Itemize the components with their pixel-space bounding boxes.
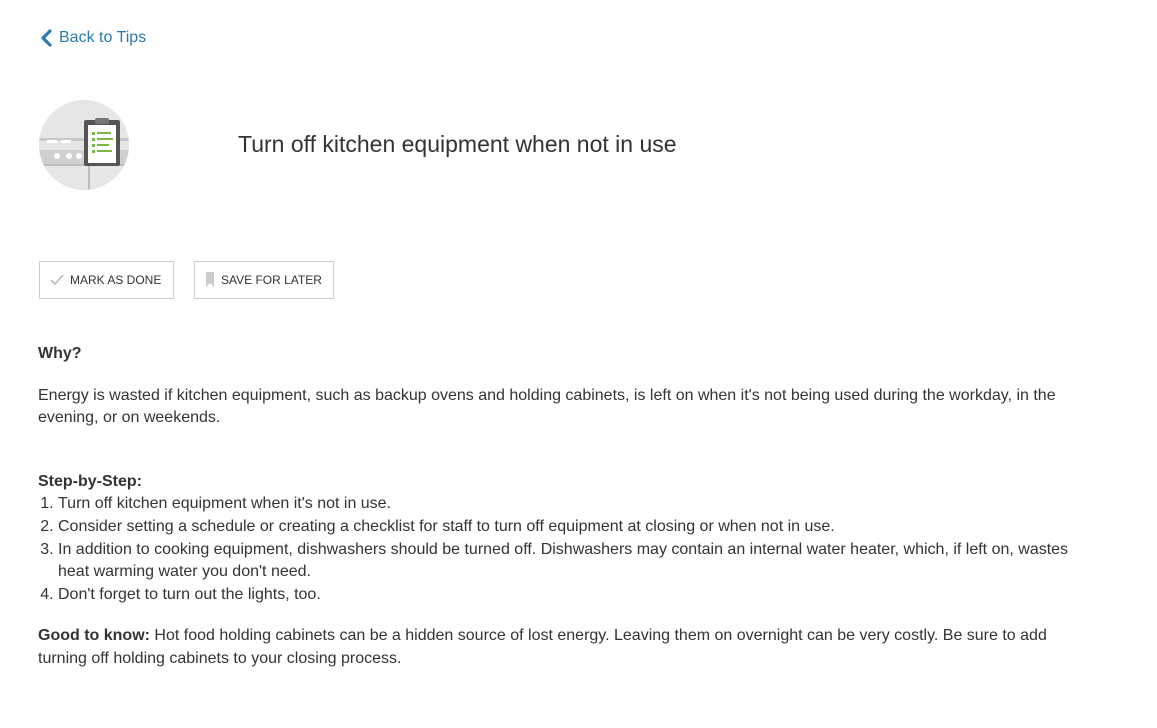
back-to-tips-link[interactable]: Back to Tips xyxy=(39,29,146,47)
clipboard-checklist-icon xyxy=(39,100,129,190)
good-to-know-label: Good to know: xyxy=(38,627,150,645)
step-by-step-heading: Step-by-Step: xyxy=(38,472,142,490)
good-to-know: Good to know: Hot food holding cabinets … xyxy=(38,625,1098,670)
why-text: Energy is wasted if kitchen equipment, s… xyxy=(38,386,1056,427)
mark-as-done-button[interactable]: MARK AS DONE xyxy=(39,261,174,299)
tip-content: Why? Energy is wasted if kitchen equipme… xyxy=(38,343,1098,671)
step-item: Don't forget to turn out the lights, too… xyxy=(58,584,1098,607)
page-title: Turn off kitchen equipment when not in u… xyxy=(238,131,677,157)
why-heading: Why? xyxy=(38,345,82,362)
save-for-later-button[interactable]: SAVE FOR LATER xyxy=(194,261,334,299)
checkmark-icon xyxy=(50,274,64,286)
good-to-know-text: Hot food holding cabinets can be a hidde… xyxy=(38,627,1047,667)
step-item: Turn off kitchen equipment when it's not… xyxy=(58,493,1098,516)
save-for-later-label: SAVE FOR LATER xyxy=(221,273,322,287)
step-item: In addition to cooking equipment, dishwa… xyxy=(58,539,1098,584)
chevron-left-icon xyxy=(39,29,53,47)
bookmark-icon xyxy=(205,272,215,288)
mark-as-done-label: MARK AS DONE xyxy=(70,273,162,287)
back-to-tips-label: Back to Tips xyxy=(59,29,147,46)
step-item: Consider setting a schedule or creating … xyxy=(58,516,1098,539)
step-list: Turn off kitchen equipment when it's not… xyxy=(38,493,1098,606)
